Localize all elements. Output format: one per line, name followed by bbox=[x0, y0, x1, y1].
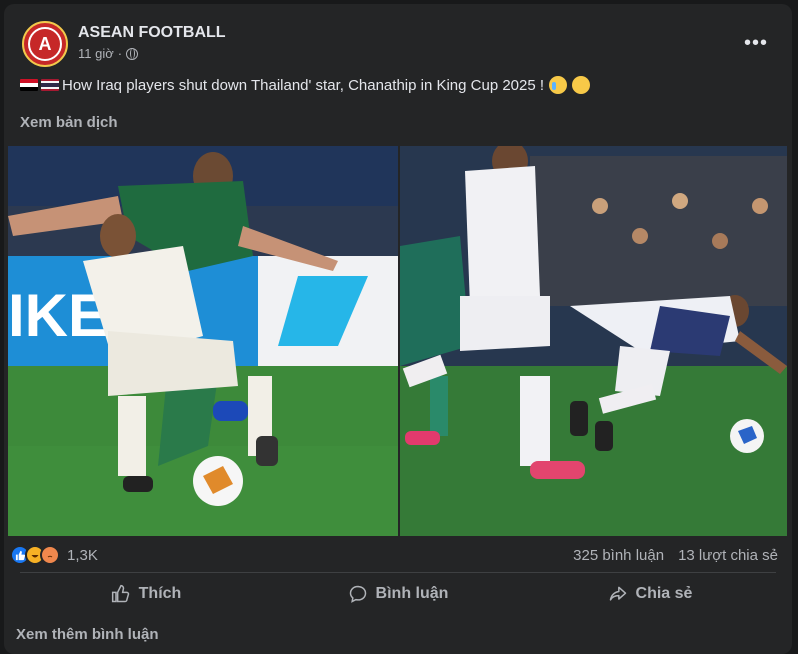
thumbs-up-icon bbox=[111, 584, 129, 603]
iraq-flag-icon bbox=[20, 79, 38, 91]
more-options-icon[interactable]: ••• bbox=[744, 32, 768, 55]
post-stats: 1,3K 325 bình luận 13 lượt chia sẻ bbox=[8, 542, 792, 570]
see-more-comments-link[interactable]: Xem thêm bình luận bbox=[16, 626, 159, 643]
reaction-count: 1,3K bbox=[67, 546, 98, 564]
share-button[interactable]: Chia sẻ bbox=[524, 576, 776, 612]
astonished-emoji-icon bbox=[572, 76, 591, 94]
see-translation-link[interactable]: Xem bản dịch bbox=[20, 114, 118, 131]
post-header: A ASEAN FOOTBALL 11 giờ · ••• bbox=[20, 18, 776, 67]
comment-button[interactable]: Bình luận bbox=[272, 576, 524, 612]
engagement-counts: 325 bình luận 13 lượt chia sẻ bbox=[573, 547, 778, 564]
comment-label: Bình luận bbox=[375, 585, 449, 602]
comment-bubble-icon bbox=[349, 585, 366, 603]
like-label: Thích bbox=[138, 585, 182, 602]
post-time[interactable]: 11 giờ bbox=[78, 46, 114, 61]
post-card: A ASEAN FOOTBALL 11 giờ · ••• How Iraq p… bbox=[4, 4, 792, 654]
crying-emoji-icon bbox=[549, 76, 568, 94]
share-arrow-icon bbox=[609, 586, 626, 601]
caption-text: How Iraq players shut down Thailand' sta… bbox=[62, 76, 545, 94]
thailand-flag-icon bbox=[41, 79, 59, 91]
share-count[interactable]: 13 lượt chia sẻ bbox=[678, 547, 778, 564]
post-caption: How Iraq players shut down Thailand' sta… bbox=[20, 76, 591, 94]
globe-icon bbox=[126, 47, 139, 60]
post-photo-right[interactable] bbox=[400, 146, 787, 536]
post-photo-left[interactable]: IKE bbox=[8, 146, 398, 536]
page-name[interactable]: ASEAN FOOTBALL bbox=[78, 24, 226, 42]
share-label: Chia sẻ bbox=[635, 585, 693, 602]
post-meta: 11 giờ · bbox=[78, 46, 139, 61]
like-button[interactable]: Thích bbox=[20, 576, 272, 612]
post-actions: Thích Bình luận Chia sẻ bbox=[20, 576, 776, 612]
angry-reaction-icon bbox=[40, 545, 60, 565]
meta-separator: · bbox=[117, 46, 123, 61]
comment-count[interactable]: 325 bình luận bbox=[573, 547, 664, 564]
page-avatar-icon[interactable]: A bbox=[22, 21, 68, 67]
divider bbox=[20, 572, 776, 573]
reactions-summary[interactable]: 1,3K bbox=[10, 545, 98, 565]
